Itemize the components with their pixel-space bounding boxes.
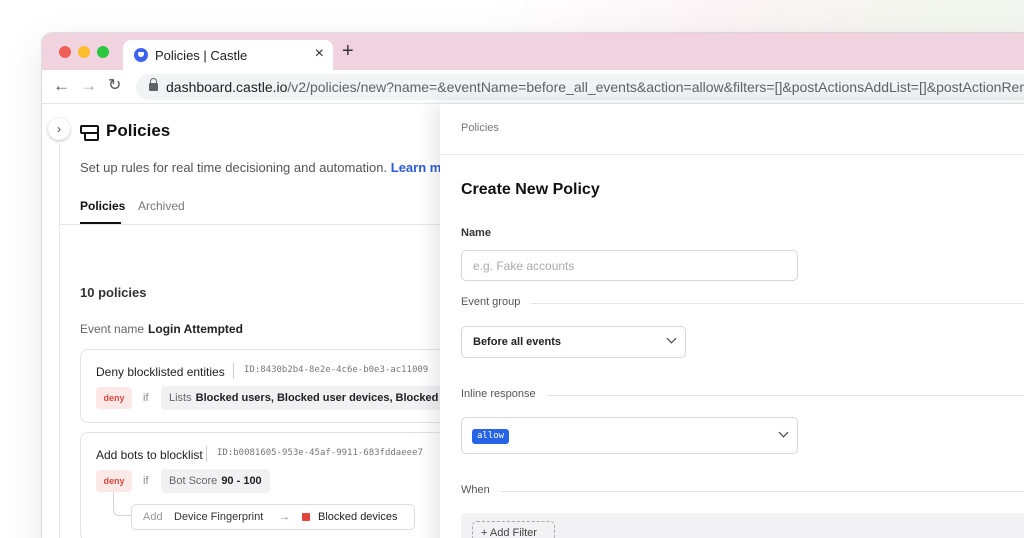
list-color-icon (302, 513, 310, 521)
deny-badge: deny (96, 387, 132, 409)
arrow-right-icon: → (279, 511, 290, 523)
lock-icon (149, 78, 158, 91)
filter-area: + Add Filter (461, 513, 1024, 538)
condition-chip: Bot Score 90 - 100 (161, 469, 270, 493)
tabs-divider (60, 224, 440, 225)
allow-badge: allow (472, 429, 510, 444)
url-path: /v2/policies/new?name=&eventName=before_… (287, 79, 1024, 95)
create-policy-panel: Policies × Create New Policy Name Event … (440, 104, 1024, 538)
name-label: Name (461, 227, 491, 239)
event-name-filter: Event name Login Attempted (80, 322, 243, 336)
card-separator (206, 446, 207, 462)
url-host: dashboard.castle.io (166, 79, 288, 95)
event-name-label: Event name (80, 322, 145, 336)
chevron-down-icon (778, 427, 789, 438)
policy-id: ID:8430b2b4-8e2e-4c6e-b0e3-ac11009 (244, 365, 429, 375)
tab-policies[interactable]: Policies (80, 199, 125, 213)
event-name-value: Login Attempted (148, 322, 243, 336)
back-arrow-icon[interactable]: ← (53, 75, 70, 97)
policy-card[interactable]: Deny blocklisted entities ID:8430b2b4-8e… (80, 349, 460, 423)
subtitle-text: Set up rules for real time decisioning a… (80, 160, 388, 175)
browser-toolbar: ← → ↻ dashboard.castle.io/v2/policies/ne… (42, 70, 1024, 104)
if-keyword: if (143, 475, 149, 487)
tab-title: Policies | Castle (155, 48, 248, 63)
section-divider (461, 303, 1024, 304)
panel-title: Create New Policy (461, 181, 600, 198)
maximize-window-button[interactable] (97, 46, 109, 58)
policy-id: ID:b0081605-953e-45af-9911-683fddaeee7 (217, 448, 423, 458)
when-label: When (461, 484, 501, 496)
section-divider (461, 491, 1024, 492)
inline-response-select[interactable]: allow (461, 417, 798, 454)
condition-label: Lists (169, 392, 192, 404)
policy-card[interactable]: Add bots to blocklist ID:b0081605-953e-4… (80, 432, 460, 538)
condition-label: Bot Score (169, 475, 218, 487)
page-content: › Policies Set up rules for real time de… (42, 104, 1024, 538)
post-action-list: Blocked devices (318, 511, 398, 523)
deny-badge: deny (96, 470, 132, 492)
post-action: Add Device Fingerprint → Blocked devices (131, 504, 415, 530)
tab-bar: Policies | Castle × + (42, 33, 1024, 70)
sidebar-border (59, 144, 60, 538)
policy-name: Deny blocklisted entities (96, 365, 225, 379)
event-group-label: Event group (461, 296, 532, 308)
event-group-value: Before all events (473, 336, 562, 348)
new-tab-button[interactable]: + (342, 41, 354, 61)
condition-value: Blocked users, Blocked user devices, Blo… (195, 392, 439, 404)
minimize-window-button[interactable] (78, 46, 90, 58)
name-input[interactable] (461, 250, 798, 281)
post-action-entity: Device Fingerprint (174, 511, 264, 523)
policy-count: 10 policies (80, 285, 147, 300)
url-text: dashboard.castle.io/v2/policies/new?name… (166, 79, 1024, 95)
close-window-button[interactable] (59, 46, 71, 58)
tab-close-icon[interactable]: × (315, 45, 324, 63)
forward-arrow-icon[interactable]: → (80, 75, 97, 97)
card-separator (233, 363, 234, 379)
post-action-connector (113, 492, 131, 516)
policies-icon (80, 125, 99, 141)
address-bar[interactable]: dashboard.castle.io/v2/policies/new?name… (136, 74, 1024, 100)
if-keyword: if (143, 392, 149, 404)
expand-sidebar-button[interactable]: › (48, 118, 70, 140)
chevron-down-icon (666, 333, 677, 344)
policy-name: Add bots to blocklist (96, 448, 203, 462)
page-title: Policies (106, 121, 171, 140)
condition-chip: Lists Blocked users, Blocked user devices… (161, 386, 447, 410)
reload-icon[interactable]: ↻ (108, 75, 121, 97)
post-action-verb: Add (143, 511, 163, 523)
panel-header: Policies × (440, 104, 1024, 155)
browser-tab[interactable]: Policies | Castle × (123, 40, 333, 70)
castle-favicon-icon (134, 48, 148, 62)
inline-response-label: Inline response (461, 388, 547, 400)
browser-window: Policies | Castle × + ← → ↻ dashboard.ca… (42, 33, 1024, 538)
breadcrumb[interactable]: Policies (461, 122, 499, 134)
event-group-select[interactable]: Before all events (461, 326, 686, 358)
tab-archived[interactable]: Archived (138, 199, 185, 213)
page-subtitle: Set up rules for real time decisioning a… (80, 160, 462, 175)
add-filter-button[interactable]: + Add Filter (472, 521, 555, 538)
condition-value: 90 - 100 (221, 475, 262, 487)
